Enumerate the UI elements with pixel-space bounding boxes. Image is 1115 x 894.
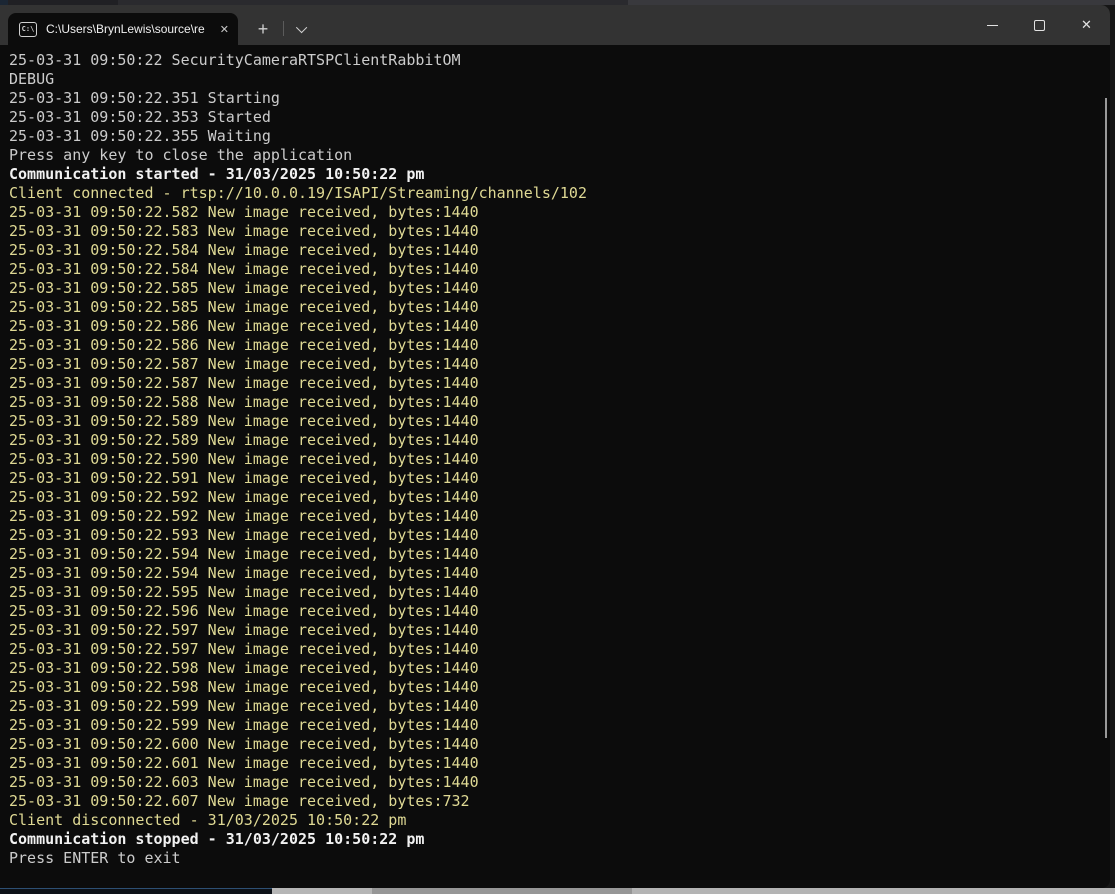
log-line: 25-03-31 09:50:22.589 New image received… [9, 412, 1110, 431]
tab-title: C:\Users\BrynLewis\source\re [46, 22, 212, 36]
log-line: 25-03-31 09:50:22.599 New image received… [9, 697, 1110, 716]
plus-icon: + [258, 20, 269, 38]
window-controls: ✕ [969, 5, 1110, 45]
log-line: 25-03-31 09:50:22.584 New image received… [9, 260, 1110, 279]
terminal-viewport[interactable]: 25-03-31 09:50:22 SecurityCameraRTSPClie… [0, 45, 1110, 888]
screen: C:\ C:\Users\BrynLewis\source\re ✕ + [0, 0, 1115, 894]
log-line: 25-03-31 09:50:22.586 New image received… [9, 317, 1110, 336]
log-line: 25-03-31 09:50:22.596 New image received… [9, 602, 1110, 621]
log-line: 25-03-31 09:50:22.585 New image received… [9, 279, 1110, 298]
log-line: 25-03-31 09:50:22.600 New image received… [9, 735, 1110, 754]
background-window-bottom-edge [0, 888, 1115, 894]
background-fragment [272, 888, 372, 894]
log-line: 25-03-31 09:50:22.592 New image received… [9, 488, 1110, 507]
titlebar-separator [283, 21, 284, 36]
terminal-output: 25-03-31 09:50:22 SecurityCameraRTSPClie… [9, 51, 1110, 868]
log-line: 25-03-31 09:50:22.594 New image received… [9, 545, 1110, 564]
background-fragment [0, 888, 272, 894]
log-line: 25-03-31 09:50:22.353 Started [9, 108, 1110, 127]
tab-close-icon[interactable]: ✕ [220, 23, 229, 36]
log-line: 25-03-31 09:50:22.584 New image received… [9, 241, 1110, 260]
log-line: 25-03-31 09:50:22.586 New image received… [9, 336, 1110, 355]
titlebar-drag-region[interactable] [317, 5, 969, 45]
chevron-down-icon [296, 22, 307, 33]
log-line: 25-03-31 09:50:22.585 New image received… [9, 298, 1110, 317]
titlebar[interactable]: C:\ C:\Users\BrynLewis\source\re ✕ + [0, 5, 1110, 45]
log-line: 25-03-31 09:50:22.603 New image received… [9, 773, 1110, 792]
log-line: 25-03-31 09:50:22.587 New image received… [9, 374, 1110, 393]
close-button[interactable]: ✕ [1063, 5, 1110, 45]
log-line: 25-03-31 09:50:22 SecurityCameraRTSPClie… [9, 51, 1110, 70]
log-line: 25-03-31 09:50:22.597 New image received… [9, 640, 1110, 659]
log-line: 25-03-31 09:50:22.601 New image received… [9, 754, 1110, 773]
tab-active[interactable]: C:\ C:\Users\BrynLewis\source\re ✕ [8, 13, 238, 45]
log-line: Communication stopped - 31/03/2025 10:50… [9, 830, 1110, 849]
log-line: 25-03-31 09:50:22.590 New image received… [9, 450, 1110, 469]
log-line: DEBUG [9, 70, 1110, 89]
log-line: 25-03-31 09:50:22.595 New image received… [9, 583, 1110, 602]
log-line: 25-03-31 09:50:22.594 New image received… [9, 564, 1110, 583]
log-line: 25-03-31 09:50:22.592 New image received… [9, 507, 1110, 526]
log-line: 25-03-31 09:50:22.591 New image received… [9, 469, 1110, 488]
log-line: 25-03-31 09:50:22.593 New image received… [9, 526, 1110, 545]
tab-dropdown-button[interactable] [289, 13, 317, 45]
log-line: 25-03-31 09:50:22.607 New image received… [9, 792, 1110, 811]
log-line: Press any key to close the application [9, 146, 1110, 165]
scrollbar-thumb[interactable] [1105, 98, 1107, 738]
log-line: 25-03-31 09:50:22.598 New image received… [9, 659, 1110, 678]
log-line: Client connected - rtsp://10.0.0.19/ISAP… [9, 184, 1110, 203]
log-line: Communication started - 31/03/2025 10:50… [9, 165, 1110, 184]
maximize-icon [1034, 20, 1045, 31]
minimize-icon [987, 25, 998, 26]
command-prompt-icon: C:\ [19, 22, 37, 37]
log-line: 25-03-31 09:50:22.587 New image received… [9, 355, 1110, 374]
log-line: 25-03-31 09:50:22.588 New image received… [9, 393, 1110, 412]
close-icon: ✕ [1081, 19, 1092, 32]
maximize-button[interactable] [1016, 5, 1063, 45]
terminal-window: C:\ C:\Users\BrynLewis\source\re ✕ + [0, 5, 1110, 888]
log-line: 25-03-31 09:50:22.598 New image received… [9, 678, 1110, 697]
log-line: 25-03-31 09:50:22.355 Waiting [9, 127, 1110, 146]
log-line: 25-03-31 09:50:22.599 New image received… [9, 716, 1110, 735]
background-fragment [632, 888, 1115, 894]
log-line: 25-03-31 09:50:22.583 New image received… [9, 222, 1110, 241]
log-line: Press ENTER to exit [9, 849, 1110, 868]
log-line: 25-03-31 09:50:22.597 New image received… [9, 621, 1110, 640]
log-line: 25-03-31 09:50:22.582 New image received… [9, 203, 1110, 222]
background-fragment [372, 888, 632, 894]
log-line: 25-03-31 09:50:22.351 Starting [9, 89, 1110, 108]
log-line: 25-03-31 09:50:22.589 New image received… [9, 431, 1110, 450]
minimize-button[interactable] [969, 5, 1016, 45]
log-line: Client disconnected - 31/03/2025 10:50:2… [9, 811, 1110, 830]
new-tab-button[interactable]: + [248, 13, 278, 45]
